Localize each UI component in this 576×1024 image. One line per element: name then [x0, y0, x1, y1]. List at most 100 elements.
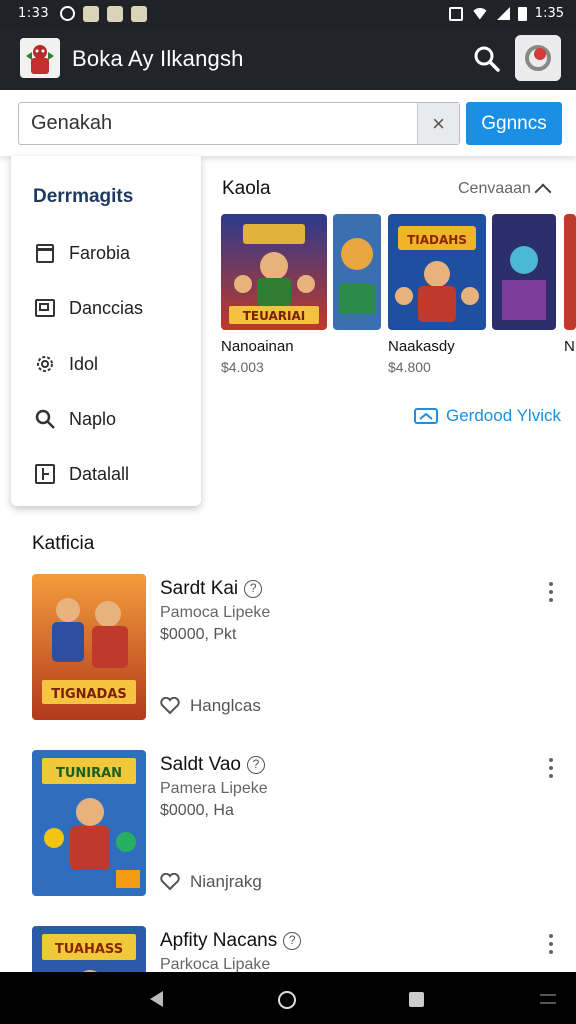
featured-card[interactable] — [333, 214, 381, 330]
game-cover-image — [492, 214, 556, 330]
battery-icon — [517, 6, 527, 21]
more-options-icon[interactable] — [546, 934, 556, 958]
system-nav-bar — [0, 972, 576, 1024]
favorite-label: Hanglcas — [190, 696, 261, 715]
list-item[interactable]: TUAHASS Apfity Nacans ? Parkoca Lipake — [0, 926, 576, 972]
category-dropdown: Derrmagits Farobia Danccias Idol Naplo D… — [11, 156, 201, 506]
card-price: $4.003 — [221, 359, 264, 374]
thumb-text: TUAHASS — [55, 942, 123, 957]
list-item-subtitle: Pamera Lipeke — [160, 780, 268, 797]
info-icon[interactable]: ? — [283, 932, 302, 950]
info-icon[interactable]: ? — [246, 756, 265, 774]
gear-icon — [37, 356, 53, 372]
featured-card[interactable]: N — [564, 214, 576, 355]
back-icon[interactable] — [150, 991, 163, 1007]
dropdown-item-label: Farobia — [69, 242, 131, 263]
search-submit-button[interactable]: Ggnncs — [466, 102, 562, 145]
dropdown-item-danccias[interactable]: Danccias — [33, 293, 193, 323]
app-title: Boka Ay Ilkangsh — [72, 46, 244, 71]
list-item[interactable]: TIGNADAS Sardt Kai ? Pamoca Lipeke $0000… — [0, 574, 576, 724]
game-cover-image: TIADAHS — [388, 214, 486, 330]
close-icon[interactable]: × — [417, 103, 459, 144]
dropdown-item-farobia[interactable]: Farobia — [33, 238, 193, 268]
card-title: N — [564, 338, 575, 355]
document-icon — [36, 244, 54, 263]
app-bar: Boka Ay Ilkangsh — [0, 28, 576, 90]
thumb-text: TIGNADAS — [51, 687, 127, 702]
get-mobile-link[interactable]: Gerdood Ylvick — [414, 406, 561, 426]
favorite-label: Nianjrakg — [190, 872, 262, 891]
home-icon[interactable] — [278, 991, 296, 1009]
list-item-name: Sardt Kai ? — [160, 578, 263, 600]
notification-icon — [60, 6, 75, 21]
signal-icon — [496, 7, 510, 20]
favorite-button[interactable]: Hanglcas — [160, 696, 261, 716]
featured-carousel[interactable]: TEUARIAI Nanoainan $4.003 TIADAHS Naakas… — [221, 214, 576, 374]
dropdown-item-label: Naplo — [69, 408, 117, 429]
search-icon — [35, 409, 55, 429]
info-icon[interactable]: ? — [244, 580, 263, 598]
recent-apps-icon[interactable] — [409, 992, 424, 1007]
get-mobile-label: Gerdood Ylvick — [446, 406, 561, 425]
heart-icon — [160, 873, 180, 891]
collapse-toggle-label: Cenvaaan — [458, 180, 531, 197]
dropdown-item-label: Datalall — [69, 463, 130, 484]
game-cover-image: TEUARIAI — [221, 214, 327, 330]
chevron-up-icon — [534, 183, 552, 201]
device-icon — [414, 408, 438, 424]
list-item-subtitle: Pamoca Lipeke — [160, 604, 271, 621]
heart-icon — [160, 697, 180, 715]
dropdown-item-label: Idol — [69, 353, 99, 374]
status-time: 1:33 — [18, 6, 50, 21]
menu-icon[interactable] — [540, 994, 556, 1004]
status-bar: 1:33 1:35 — [0, 0, 576, 28]
collapse-toggle[interactable]: Cenvaaan — [458, 180, 552, 201]
svg-text:TEUARIAI: TEUARIAI — [243, 309, 306, 323]
search-icon[interactable] — [472, 44, 502, 74]
dropdown-item-idol[interactable]: Idol — [33, 349, 193, 379]
avatar[interactable] — [515, 35, 561, 81]
status-clock-right: 1:35 — [534, 6, 564, 21]
game-thumbnail: TIGNADAS — [32, 574, 146, 720]
wifi-icon — [470, 7, 489, 20]
app-logo — [20, 38, 60, 78]
list-item[interactable]: TUNIRAN Saldt Vao ? Pamera Lipeke $0000,… — [0, 750, 576, 900]
list-section-title: Katficia — [32, 533, 95, 554]
more-options-icon[interactable] — [546, 582, 556, 606]
dropdown-item-label: Danccias — [69, 297, 144, 318]
thumb-text: TUNIRAN — [56, 766, 122, 781]
search-field: × — [18, 102, 460, 145]
list-item-title: Sardt Kai — [160, 578, 239, 599]
sim-icon — [448, 6, 463, 21]
list-item-title: Apfity Nacans — [160, 930, 278, 951]
list-item-name: Saldt Vao ? — [160, 754, 265, 776]
list-item-subtitle: Parkoca Lipake — [160, 956, 271, 972]
game-cover-image — [333, 214, 381, 330]
grid-icon — [35, 464, 55, 484]
featured-card[interactable] — [492, 214, 556, 330]
game-thumbnail: TUAHASS — [32, 926, 146, 972]
list-item-name: Apfity Nacans ? — [160, 930, 302, 952]
layers-icon — [35, 299, 55, 317]
app-notification-icon — [107, 6, 123, 22]
dropdown-title: Derrmagits — [33, 186, 134, 207]
dropdown-item-naplo[interactable]: Naplo — [33, 404, 193, 434]
game-thumbnail: TUNIRAN — [32, 750, 146, 896]
list-item-price: $0000, Pkt — [160, 626, 237, 643]
favorite-button[interactable]: Nianjrakg — [160, 872, 262, 892]
more-options-icon[interactable] — [546, 758, 556, 782]
search-input[interactable] — [31, 103, 411, 144]
search-bar: × Ggnncs — [0, 90, 576, 156]
card-price: $4.800 — [388, 359, 431, 374]
list-item-price: $0000, Ha — [160, 802, 234, 819]
featured-section-title: Kaola — [222, 178, 271, 199]
card-title: Naakasdy — [388, 338, 455, 355]
game-cover-image — [564, 214, 576, 330]
featured-card[interactable]: TIADAHS Naakasdy $4.800 — [388, 214, 486, 374]
app-notification-icon — [83, 6, 99, 22]
app-notification-icon — [131, 6, 147, 22]
featured-card[interactable]: TEUARIAI Nanoainan $4.003 — [221, 214, 327, 374]
svg-text:TIADAHS: TIADAHS — [407, 233, 467, 247]
dropdown-item-datalall[interactable]: Datalall — [33, 459, 193, 489]
card-title: Nanoainan — [221, 338, 294, 355]
